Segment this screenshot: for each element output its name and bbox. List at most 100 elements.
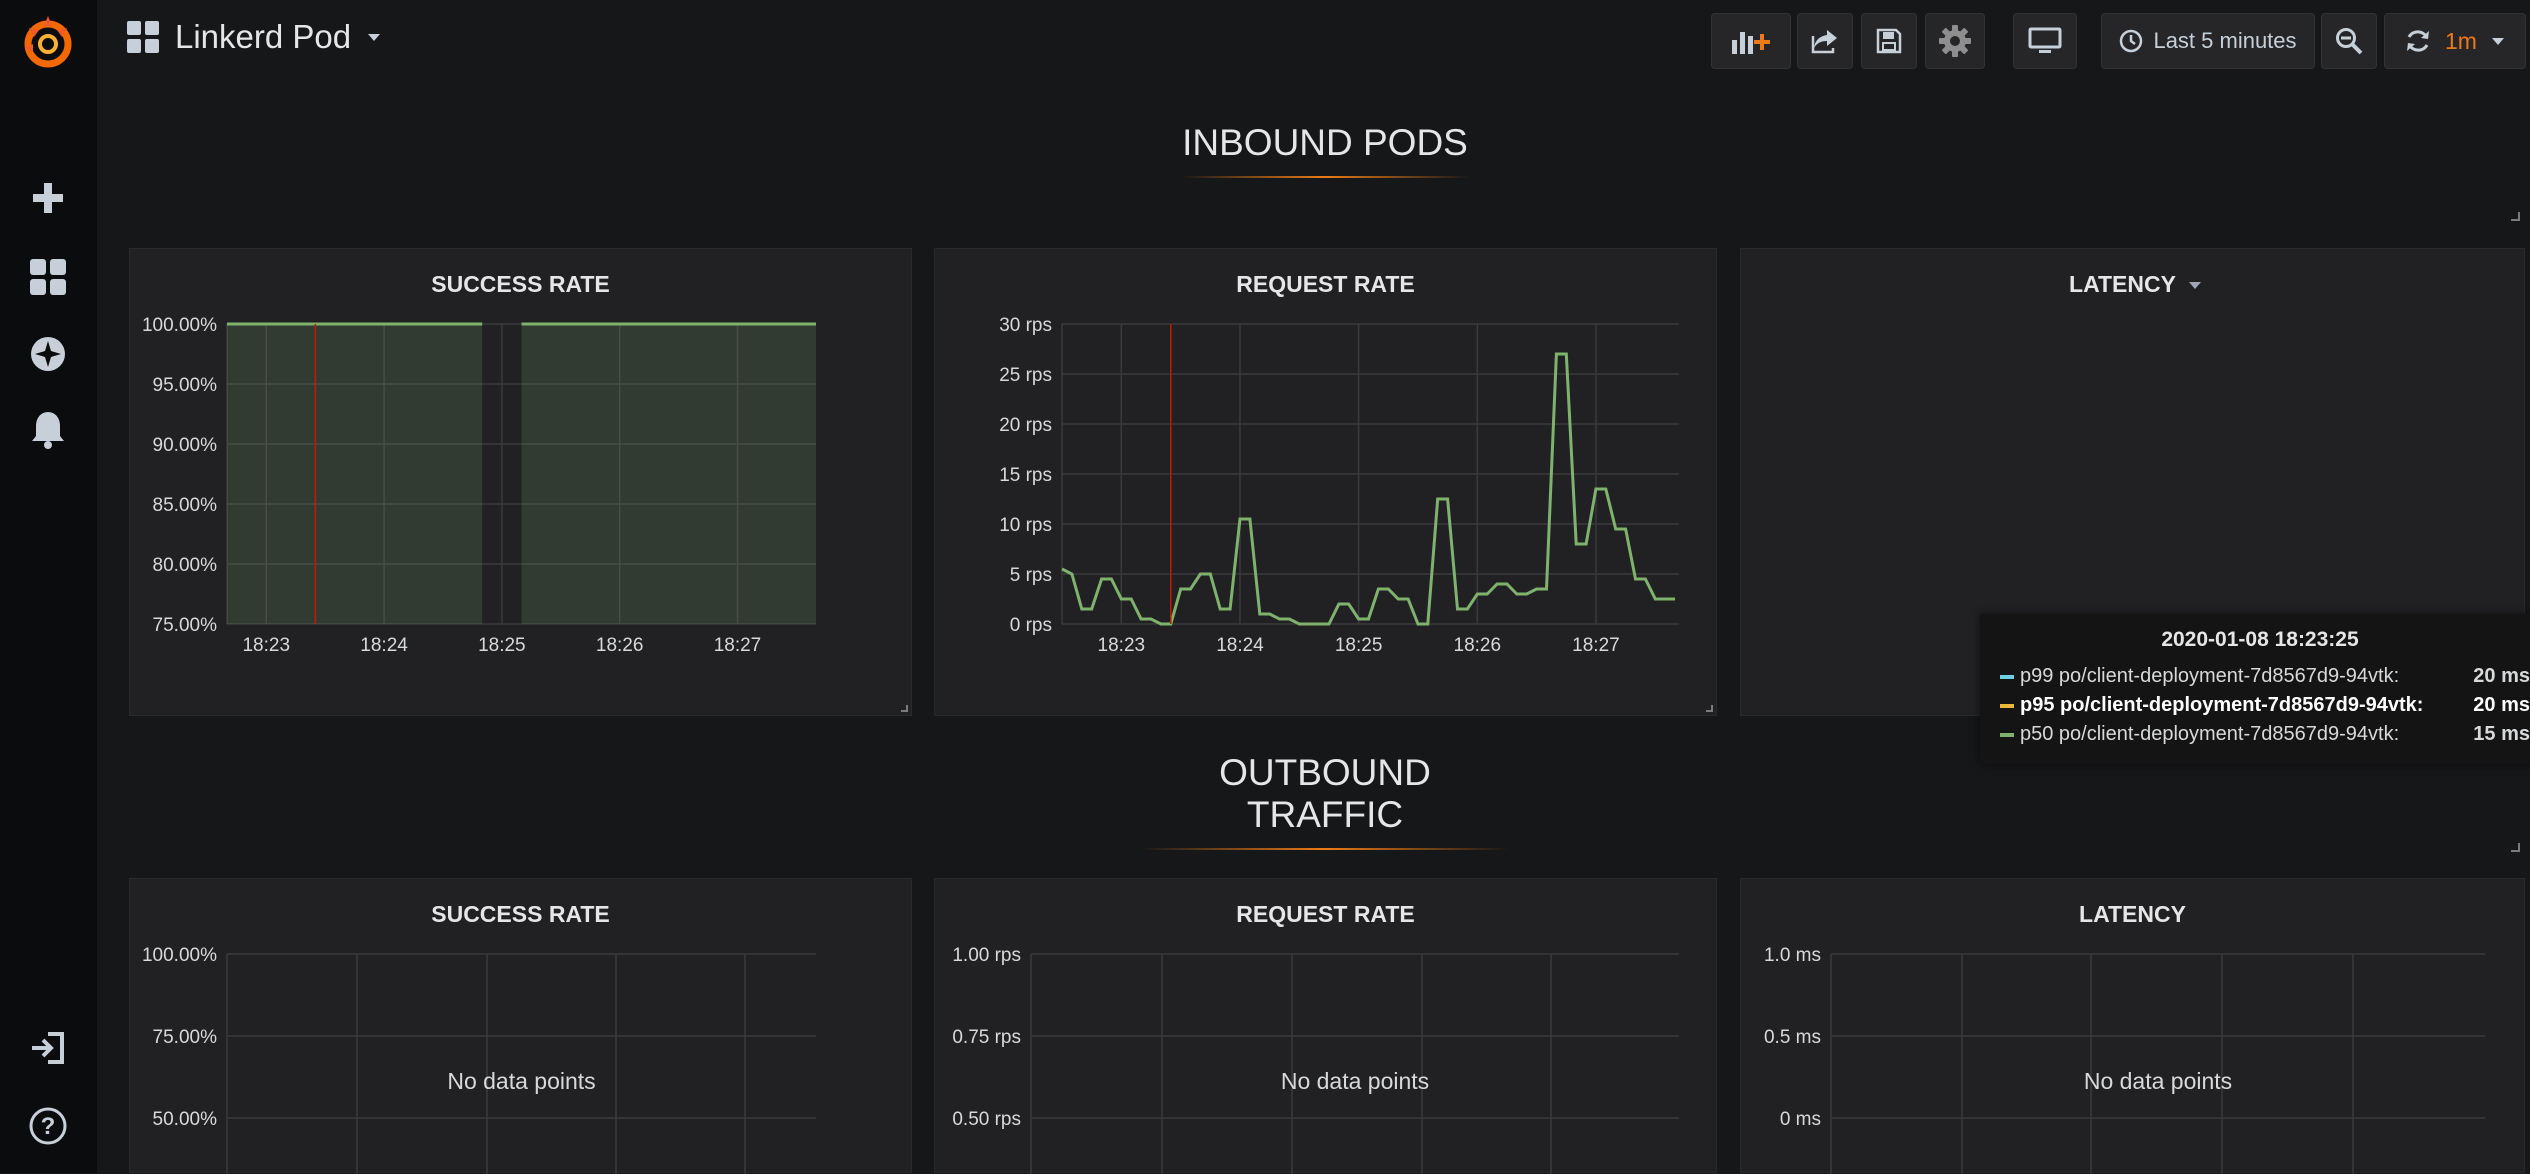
settings-gear-icon — [1939, 25, 1971, 57]
success-rate-graph[interactable]: 100.00% 75.00% 50.00% No data points — [130, 879, 913, 1174]
refresh-interval-label: 1m — [2445, 27, 2477, 54]
zoom-out-icon — [2336, 28, 2363, 55]
sign-in-icon[interactable] — [18, 1018, 78, 1078]
x-tick-label: 18:27 — [1572, 635, 1620, 656]
request-rate-graph[interactable]: 30 rps 25 rps 20 rps 15 rps 10 rps 5 rps 0 rps… — [935, 249, 1718, 717]
svg-text:?: ? — [41, 1113, 56, 1140]
inbound-success-rate-panel[interactable]: SUCCESS RATE 100.00% 95.00% 90.00% 85.00% 80… — [129, 248, 912, 716]
row-title-outbound: OUTBOUND TRAFFIC — [1140, 752, 1510, 850]
time-picker-button[interactable]: Last 5 minutes — [2101, 13, 2315, 69]
x-tick-label: 18:27 — [714, 635, 762, 656]
share-icon — [1811, 30, 1837, 54]
tv-monitor-icon — [2028, 27, 2062, 53]
outbound-latency-panel[interactable]: LATENCY 1.0 ms 0.5 ms 0 ms No data points — [1740, 878, 2526, 1174]
time-range-label: Last 5 minutes — [2153, 28, 2297, 53]
clock-icon — [2120, 29, 2143, 53]
tooltip-series-name: p99 po/client-deployment-7d8567d9-94vtk: — [2020, 665, 2400, 687]
dashboards-icon[interactable] — [18, 247, 78, 307]
x-tick-label: 18:23 — [242, 635, 290, 656]
tooltip-series-name: p95 po/client-deployment-7d8567d9-94vtk: — [2020, 694, 2424, 716]
y-tick-label: 10 rps — [999, 515, 1052, 536]
y-tick-label: 95.00% — [153, 375, 218, 396]
y-tick-label: 1.0 ms — [1764, 945, 1821, 966]
series-area — [227, 324, 483, 624]
refresh-picker-button[interactable]: 1m — [2384, 13, 2526, 69]
series-area — [521, 324, 816, 624]
y-tick-label: 0 ms — [1780, 1109, 1821, 1130]
help-icon[interactable]: ? — [18, 1096, 78, 1156]
x-tick-label: 18:24 — [1216, 635, 1264, 656]
x-tick-label: 18:23 — [1098, 635, 1146, 656]
x-tick-label: 18:25 — [478, 635, 526, 656]
caret-down-icon — [368, 34, 381, 41]
y-tick-label: 20 rps — [999, 415, 1052, 436]
y-tick-label: 0.50 rps — [952, 1109, 1021, 1130]
tooltip-series-row: p50 po/client-deployment-7d8567d9-94vtk:… — [2000, 721, 2530, 749]
panel-resize-handle-icon — [1706, 705, 1713, 712]
resize-handle-icon[interactable] — [2510, 842, 2520, 852]
add-panel-icon — [1732, 32, 1770, 54]
explore-icon[interactable] — [18, 324, 78, 384]
y-tick-label: 15 rps — [999, 465, 1052, 486]
no-data-label: No data points — [447, 1068, 595, 1094]
row-title-text: OUTBOUND TRAFFIC — [1219, 752, 1431, 835]
refresh-icon — [2407, 30, 2430, 52]
grafana-logo-icon[interactable] — [18, 12, 78, 72]
resize-handle-icon[interactable] — [2510, 211, 2520, 221]
x-tick-label: 18:26 — [1454, 635, 1502, 656]
outbound-success-rate-panel[interactable]: SUCCESS RATE 100.00% 75.00% 50.00% No data … — [129, 878, 913, 1174]
caret-down-icon — [2491, 38, 2504, 45]
request-rate-graph[interactable]: 1.00 rps 0.75 rps 0.50 rps No data points — [935, 879, 1718, 1174]
tooltip-series-name: p50 po/client-deployment-7d8567d9-94vtk: — [2020, 723, 2400, 745]
x-tick-label: 18:24 — [360, 635, 408, 656]
row-title-text: INBOUND PODS — [1182, 122, 1468, 163]
series-color-swatch — [2000, 675, 2014, 679]
y-tick-label: 80.00% — [153, 555, 218, 576]
graph-tooltip: 2020-01-08 18:23:25 p99 po/client-deploy… — [1980, 614, 2530, 764]
series-color-swatch — [2000, 733, 2014, 737]
share-dashboard-button[interactable] — [1797, 13, 1853, 69]
y-tick-label: 0 rps — [1010, 615, 1052, 636]
row-title-underline — [1180, 176, 1470, 178]
row-title-inbound: INBOUND PODS — [1180, 122, 1470, 178]
y-tick-label: 30 rps — [999, 315, 1052, 336]
no-data-label: No data points — [1281, 1068, 1429, 1094]
save-icon — [1876, 28, 1902, 54]
y-tick-label: 1.00 rps — [952, 945, 1021, 966]
tooltip-series-row-highlighted: p95 po/client-deployment-7d8567d9-94vtk:… — [2000, 692, 2530, 720]
y-tick-label: 100.00% — [142, 945, 217, 966]
y-tick-label: 50.00% — [153, 1109, 218, 1130]
y-tick-label: 75.00% — [153, 1027, 218, 1048]
plus-icon[interactable] — [18, 168, 78, 228]
y-tick-label: 90.00% — [153, 435, 218, 456]
dashboard-picker[interactable]: Linkerd Pod — [127, 18, 381, 56]
alerting-bell-icon[interactable] — [18, 400, 78, 460]
dashboard-title: Linkerd Pod — [175, 18, 352, 55]
dashboard-navbar: Linkerd Pod Last 5 minutes 1m — [97, 0, 2530, 84]
series-line — [1061, 352, 1675, 626]
tooltip-series-row: p99 po/client-deployment-7d8567d9-94vtk:… — [2000, 663, 2530, 691]
y-tick-label: 0.5 ms — [1764, 1027, 1821, 1048]
y-tick-label: 100.00% — [142, 315, 217, 336]
dashboards-icon — [127, 21, 159, 53]
tooltip-series-value: 20 ms — [2473, 665, 2530, 687]
tooltip-time: 2020-01-08 18:23:25 — [2161, 628, 2359, 651]
series-color-swatch — [2000, 704, 2014, 708]
success-rate-graph[interactable]: 100.00% 95.00% 90.00% 85.00% 80.00% 75.00% 18:… — [130, 249, 913, 717]
y-tick-label: 25 rps — [999, 365, 1052, 386]
panel-resize-handle-icon — [901, 705, 908, 712]
outbound-request-rate-panel[interactable]: REQUEST RATE 1.00 rps 0.75 rps 0.50 rps No … — [934, 878, 1718, 1174]
x-tick-label: 18:26 — [596, 635, 644, 656]
dashboard-settings-button[interactable] — [1925, 13, 1985, 69]
tooltip-series-value: 20 ms — [2473, 694, 2530, 716]
y-tick-label: 0.75 rps — [952, 1027, 1021, 1048]
inbound-request-rate-panel[interactable]: REQUEST RATE 30 rps 25 rps 20 rps 15 rps 10 … — [934, 248, 1717, 716]
y-tick-label: 75.00% — [153, 615, 218, 636]
latency-graph[interactable]: 1.0 ms 0.5 ms 0 ms No data points — [1741, 879, 2526, 1174]
row-title-underline — [1140, 848, 1510, 850]
save-dashboard-button[interactable] — [1861, 13, 1917, 69]
cycle-view-mode-button[interactable] — [2013, 13, 2077, 69]
zoom-out-button[interactable] — [2321, 13, 2377, 69]
no-data-label: No data points — [2084, 1068, 2232, 1094]
add-panel-button[interactable] — [1711, 13, 1791, 69]
